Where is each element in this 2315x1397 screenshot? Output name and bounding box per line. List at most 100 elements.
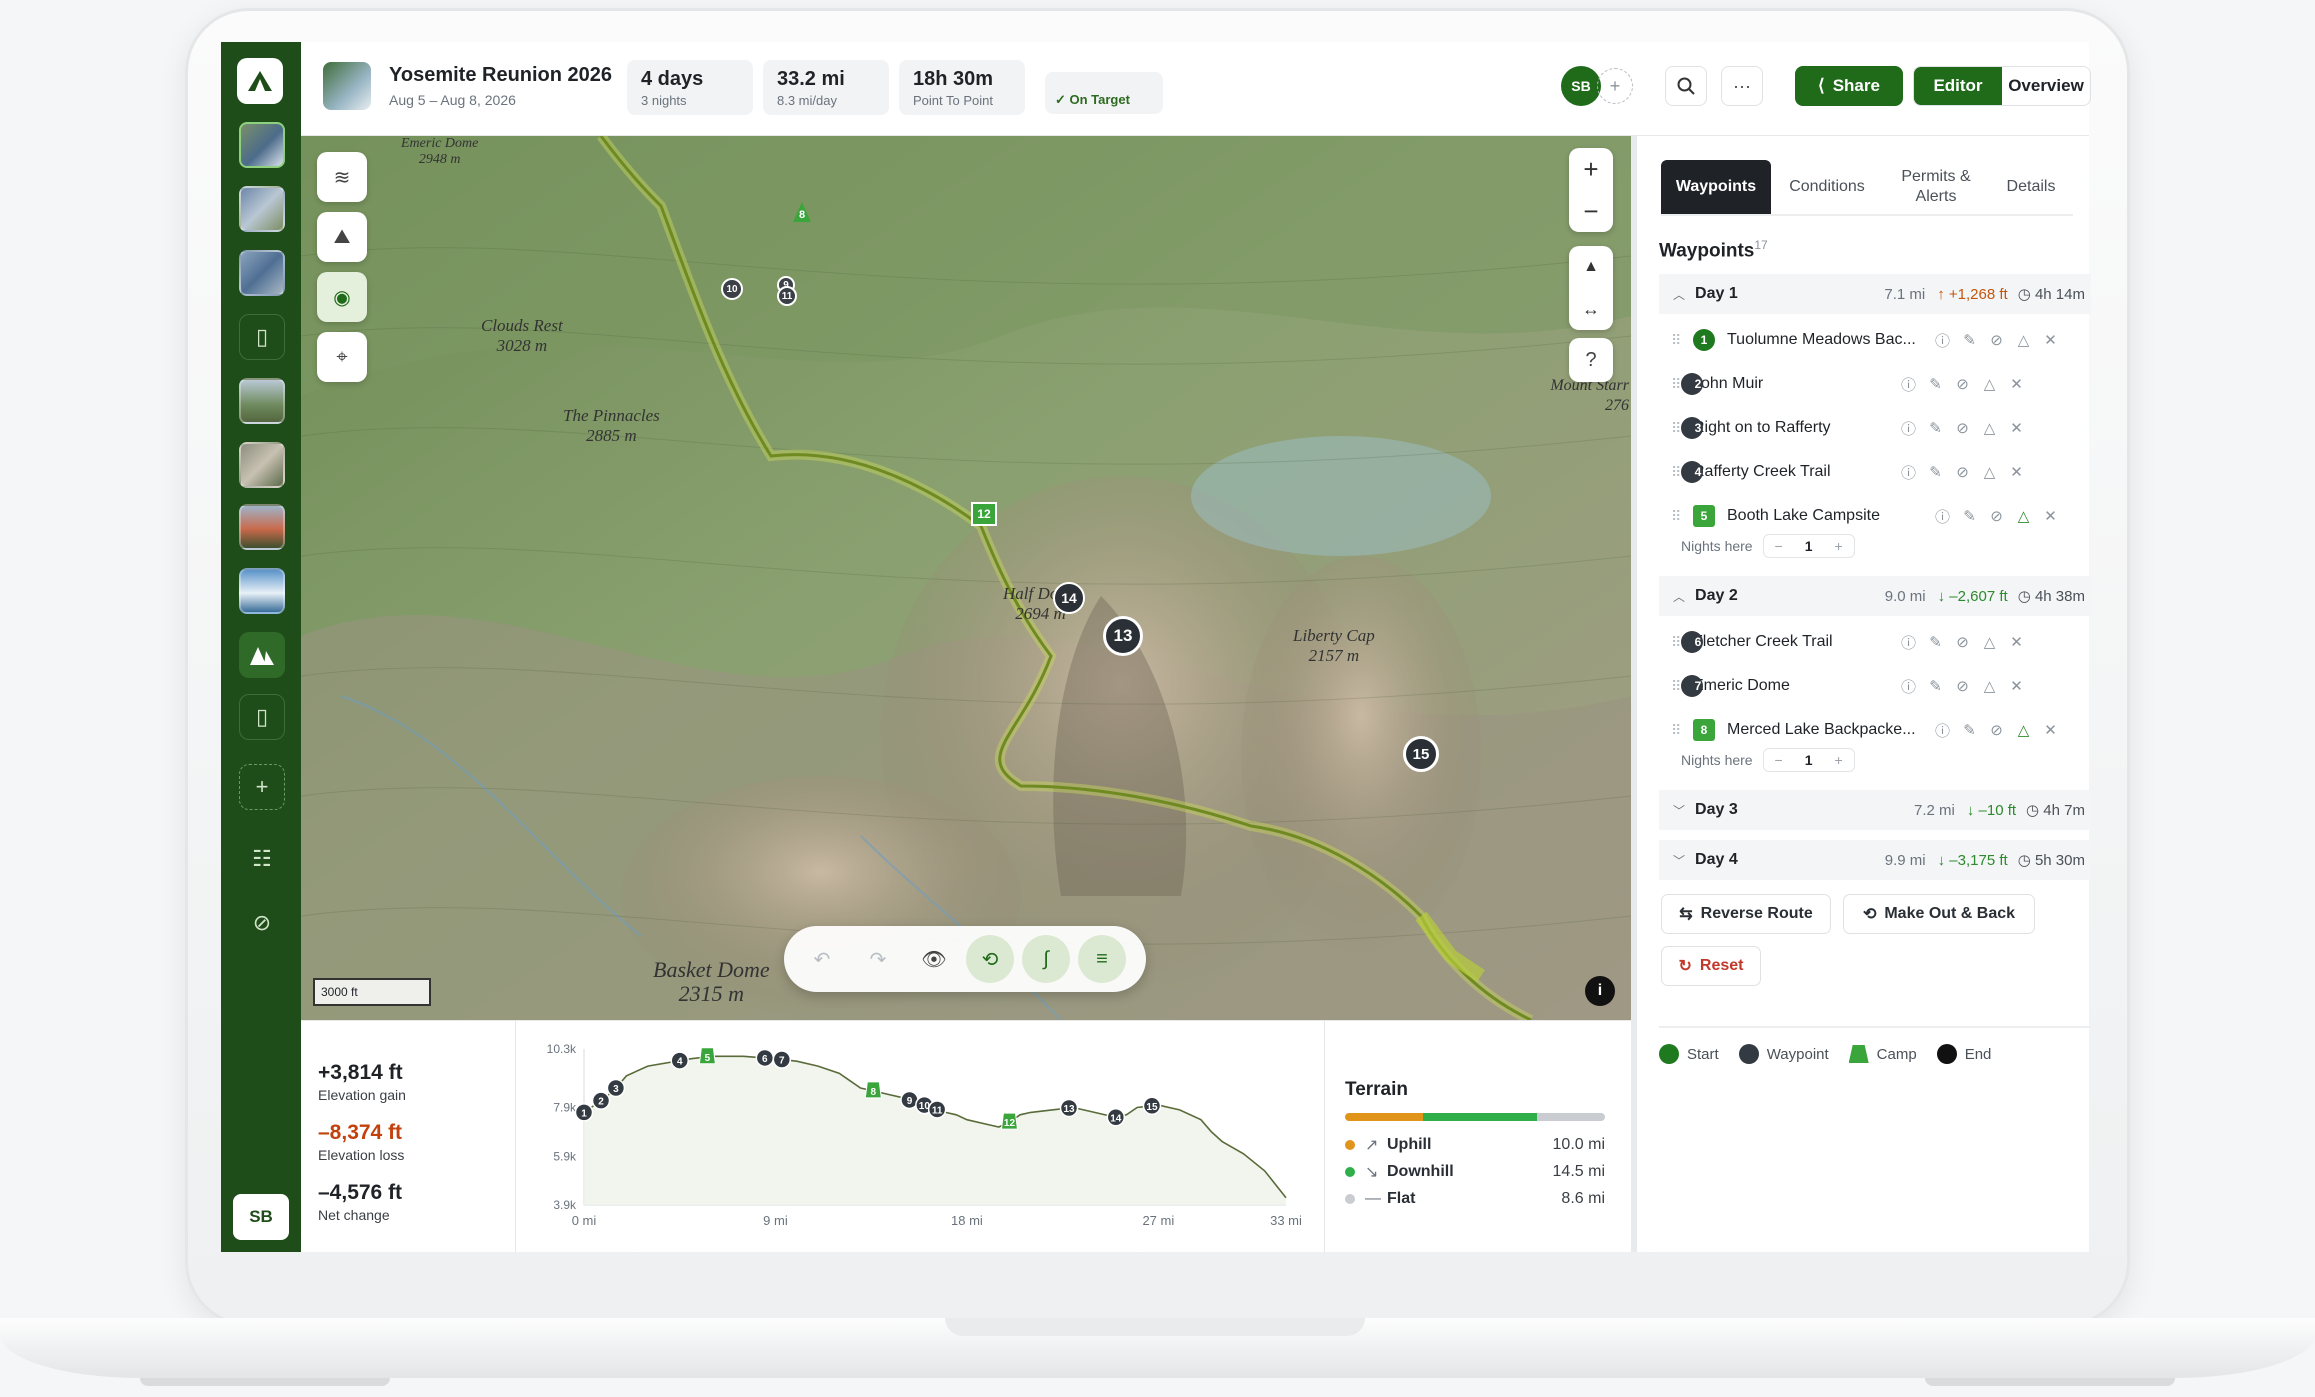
- increment-icon[interactable]: +: [1824, 752, 1854, 768]
- mountain-icon[interactable]: [239, 632, 285, 678]
- camp-toggle-icon[interactable]: △: [1976, 419, 2003, 437]
- info-icon[interactable]: ⓘ: [1929, 506, 1956, 527]
- trip-thumbnail[interactable]: [239, 504, 285, 550]
- info-icon[interactable]: ⓘ: [1895, 462, 1922, 483]
- decrement-icon[interactable]: −: [1764, 538, 1794, 554]
- info-icon[interactable]: ⓘ: [1895, 676, 1922, 697]
- terrain-icon[interactable]: ⛰: [317, 212, 367, 262]
- drag-handle-icon[interactable]: ⠿: [1671, 722, 1693, 739]
- tab-conditions[interactable]: Conditions: [1771, 160, 1883, 214]
- collaborator-avatar[interactable]: SB: [1561, 66, 1601, 106]
- map-info-icon[interactable]: i: [1585, 976, 1615, 1006]
- navigate-icon[interactable]: ⊘: [1949, 419, 1976, 437]
- tab-permits-alerts[interactable]: Permits & Alerts: [1883, 160, 1989, 214]
- nights-stepper[interactable]: −1 +: [1762, 748, 1855, 772]
- more-options-icon[interactable]: ···: [1721, 66, 1763, 106]
- camp-toggle-icon[interactable]: △: [1976, 677, 2003, 695]
- zoom-out-icon[interactable]: −: [1569, 190, 1613, 232]
- editor-tab[interactable]: Editor: [1914, 67, 2002, 105]
- increment-icon[interactable]: +: [1824, 538, 1854, 554]
- location-pin-icon[interactable]: ⌖: [317, 332, 367, 382]
- zoom-in-icon[interactable]: +: [1569, 148, 1613, 190]
- layers-icon[interactable]: ≋: [317, 152, 367, 202]
- edit-note-icon[interactable]: ✎: [1922, 677, 1949, 695]
- reverse-route-button[interactable]: ⇆ Reverse Route: [1661, 894, 1831, 934]
- app-logo-icon[interactable]: [237, 58, 283, 104]
- edit-note-icon[interactable]: ✎: [1922, 375, 1949, 393]
- remove-icon[interactable]: ✕: [2037, 507, 2064, 525]
- user-avatar[interactable]: SB: [233, 1194, 289, 1240]
- navigate-icon[interactable]: ⊘: [1949, 463, 1976, 481]
- remove-icon[interactable]: ✕: [2037, 331, 2064, 349]
- out-and-back-button[interactable]: ⟲ Make Out & Back: [1843, 894, 2035, 934]
- waypoint-name[interactable]: Merced Lake Backpacke...: [1727, 721, 1929, 739]
- redo-icon[interactable]: ↷: [854, 935, 902, 983]
- waypoint-name[interactable]: Right on to Rafferty: [1693, 419, 1895, 437]
- share-button[interactable]: ⟨ Share: [1795, 66, 1903, 106]
- drag-handle-icon[interactable]: ⠿: [1671, 332, 1693, 349]
- trip-thumbnail[interactable]: [239, 378, 285, 424]
- edit-note-icon[interactable]: ✎: [1956, 507, 1983, 525]
- map-waypoint-marker[interactable]: 14: [1053, 582, 1085, 614]
- day-header[interactable]: ﹀ Day 3 7.2 mi ↓ –10 ft ◷ 4h 7m: [1659, 790, 2091, 830]
- map-camp-marker[interactable]: 12: [971, 502, 997, 526]
- navigate-icon[interactable]: ⊘: [1949, 375, 1976, 393]
- navigate-icon[interactable]: ⊘: [1949, 677, 1976, 695]
- waypoint-row[interactable]: ⠿ 6 Fletcher Creek Trail ⓘ ✎ ⊘ △ ✕: [1659, 620, 2091, 664]
- waypoint-name[interactable]: Rafferty Creek Trail: [1693, 463, 1895, 481]
- help-icon[interactable]: ?: [1569, 338, 1613, 382]
- waypoint-name[interactable]: John Muir: [1693, 375, 1895, 393]
- navigate-icon[interactable]: ⊘: [1983, 331, 2010, 349]
- trip-thumbnail[interactable]: [239, 122, 285, 168]
- navigate-icon[interactable]: ⊘: [1949, 633, 1976, 651]
- route-options-icon[interactable]: ≡: [1078, 935, 1126, 983]
- map-waypoint-marker[interactable]: 10: [721, 278, 743, 300]
- waypoint-row[interactable]: ⠿ 2 John Muir ⓘ ✎ ⊘ △ ✕: [1659, 362, 2091, 406]
- 3d-view-icon[interactable]: ◉: [317, 272, 367, 322]
- waypoint-name[interactable]: Booth Lake Campsite: [1727, 507, 1929, 525]
- waypoint-row[interactable]: ⠿ 7 Emeric Dome ⓘ ✎ ⊘ △ ✕: [1659, 664, 2091, 708]
- day-header[interactable]: ︿ Day 2 9.0 mi ↓ –2,607 ft ◷ 4h 38m: [1659, 576, 2091, 616]
- remove-icon[interactable]: ✕: [2037, 721, 2064, 739]
- edit-note-icon[interactable]: ✎: [1922, 419, 1949, 437]
- remove-icon[interactable]: ✕: [2003, 419, 2030, 437]
- waypoint-row[interactable]: ⠿ 4 Rafferty Creek Trail ⓘ ✎ ⊘ △ ✕: [1659, 450, 2091, 494]
- camp-toggle-icon[interactable]: △: [2010, 507, 2037, 525]
- camp-toggle-icon[interactable]: △: [2010, 331, 2037, 349]
- info-icon[interactable]: ⓘ: [1895, 632, 1922, 653]
- info-icon[interactable]: ⓘ: [1929, 330, 1956, 351]
- waypoint-name[interactable]: Tuolumne Meadows Bac...: [1727, 331, 1929, 349]
- compass-north-icon[interactable]: ▲: [1569, 246, 1613, 288]
- decrement-icon[interactable]: −: [1764, 752, 1794, 768]
- edit-note-icon[interactable]: ✎: [1956, 331, 1983, 349]
- waypoint-row[interactable]: ⠿ 1 Tuolumne Meadows Bac... ⓘ ✎ ⊘ △ ✕: [1659, 318, 2091, 362]
- remove-icon[interactable]: ✕: [2003, 375, 2030, 393]
- edit-note-icon[interactable]: ✎: [1922, 633, 1949, 651]
- waypoint-row[interactable]: ⠿ 5 Booth Lake Campsite ⓘ ✎ ⊘ △ ✕: [1659, 494, 2091, 538]
- edit-note-icon[interactable]: ✎: [1922, 463, 1949, 481]
- edit-note-icon[interactable]: ✎: [1956, 721, 1983, 739]
- map-waypoint-marker[interactable]: 13: [1103, 616, 1143, 656]
- list-icon[interactable]: ☷: [239, 836, 285, 882]
- day-header[interactable]: ︿ Day 1 7.1 mi ↑ +1,268 ft ◷ 4h 14m: [1659, 274, 2091, 314]
- visibility-icon[interactable]: 👁: [910, 935, 958, 983]
- navigate-icon[interactable]: ⊘: [1983, 721, 2010, 739]
- reset-button[interactable]: ↻ Reset: [1661, 946, 1761, 986]
- compass-icon[interactable]: ⊘: [239, 900, 285, 946]
- remove-icon[interactable]: ✕: [2003, 463, 2030, 481]
- map-icon[interactable]: ▯: [239, 314, 285, 360]
- fit-route-icon[interactable]: ↔: [1569, 288, 1613, 330]
- map-waypoint-marker[interactable]: 15: [1403, 736, 1439, 772]
- trip-thumbnail[interactable]: [239, 250, 285, 296]
- tab-waypoints[interactable]: Waypoints: [1661, 160, 1771, 214]
- camp-toggle-icon[interactable]: △: [1976, 633, 2003, 651]
- overview-tab[interactable]: Overview: [2002, 67, 2090, 105]
- undo-icon[interactable]: ↶: [798, 935, 846, 983]
- camp-toggle-icon[interactable]: △: [1976, 375, 2003, 393]
- draw-route-icon[interactable]: ∫: [1022, 935, 1070, 983]
- trip-thumbnail[interactable]: [239, 568, 285, 614]
- waypoint-name[interactable]: Fletcher Creek Trail: [1693, 633, 1895, 651]
- info-icon[interactable]: ⓘ: [1929, 720, 1956, 741]
- remove-icon[interactable]: ✕: [2003, 633, 2030, 651]
- nights-stepper[interactable]: −1 +: [1762, 534, 1855, 558]
